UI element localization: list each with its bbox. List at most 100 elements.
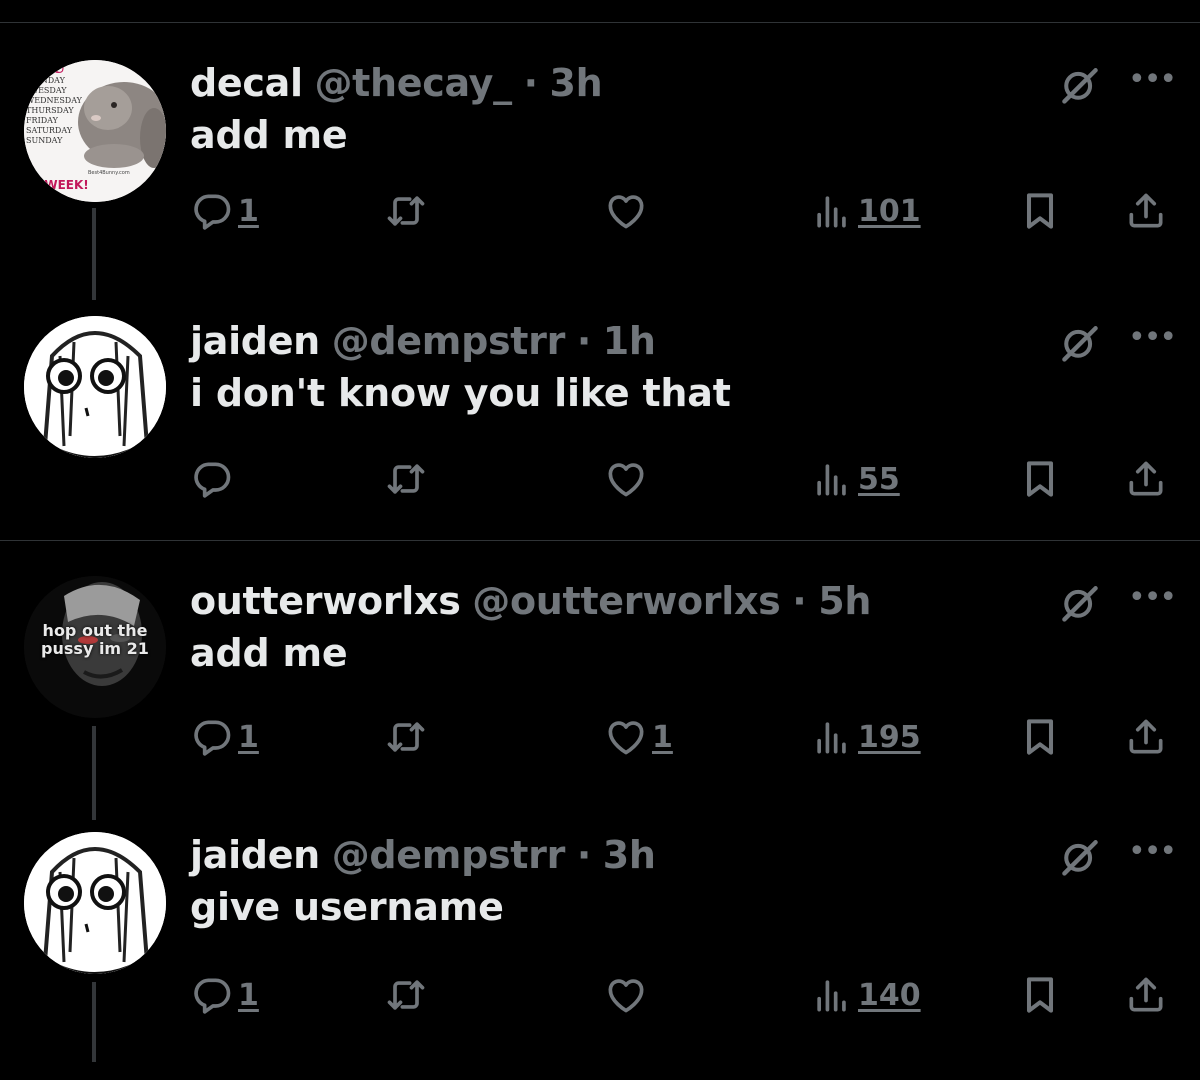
user-handle[interactable]: @thecay_: [314, 61, 512, 105]
timestamp[interactable]: 3h: [603, 833, 656, 877]
tweet-header: jaiden @dempstrr · 3h: [190, 830, 656, 880]
views-icon: [810, 973, 854, 1017]
avatar-caption-line: SUNDAY: [26, 136, 63, 145]
bookmark-icon: [1018, 189, 1062, 233]
share-button[interactable]: [1124, 970, 1168, 1020]
bookmark-button[interactable]: [1018, 970, 1062, 1020]
avatar-cartoon[interactable]: [24, 316, 166, 458]
views-button[interactable]: 195: [810, 712, 921, 762]
retweet-button[interactable]: [384, 970, 428, 1020]
reply-button[interactable]: 1: [190, 186, 259, 236]
avatar-caption-line: THURSDAY: [26, 106, 74, 115]
user-handle[interactable]: @dempstrr: [332, 319, 566, 363]
bookmark-button[interactable]: [1018, 454, 1062, 504]
bookmark-icon: [1018, 973, 1062, 1017]
display-name[interactable]: jaiden: [190, 833, 320, 877]
like-button[interactable]: 1: [604, 712, 673, 762]
timestamp[interactable]: 3h: [550, 61, 603, 105]
reply-icon: [190, 189, 234, 233]
reply-icon: [190, 715, 234, 759]
grok-icon[interactable]: [1058, 834, 1102, 878]
grok-icon[interactable]: [1058, 580, 1102, 624]
tweet-text: i don't know you like that: [190, 371, 731, 415]
avatar-watermark: Best4Bunny.com: [88, 170, 130, 176]
share-icon: [1124, 973, 1168, 1017]
retweet-button[interactable]: [384, 712, 428, 762]
bookmark-button[interactable]: [1018, 186, 1062, 236]
share-button[interactable]: [1124, 712, 1168, 762]
tweet-actions: 55: [0, 454, 1200, 504]
share-icon: [1124, 457, 1168, 501]
retweet-button[interactable]: [384, 454, 428, 504]
bookmark-button[interactable]: [1018, 712, 1062, 762]
display-name[interactable]: decal: [190, 61, 303, 105]
display-name[interactable]: outterworlxs: [190, 579, 461, 623]
share-button[interactable]: [1124, 454, 1168, 504]
separator-dot: ·: [576, 833, 591, 877]
avatar-caption-line: MONDAY: [26, 76, 65, 85]
more-icon[interactable]: •••: [1128, 320, 1177, 364]
avatar-bunny[interactable]: YOU MONDAY TUESDAY WEDNESDAY THURSDAY FR…: [24, 60, 166, 202]
reply-button[interactable]: 1: [190, 712, 259, 762]
views-icon: [810, 457, 854, 501]
timestamp[interactable]: 1h: [603, 319, 656, 363]
top-divider: [0, 22, 1200, 23]
display-name[interactable]: jaiden: [190, 319, 320, 363]
retweet-icon: [384, 457, 428, 501]
like-button[interactable]: [604, 454, 648, 504]
views-count: 195: [858, 719, 921, 755]
tweet-1[interactable]: YOU MONDAY TUESDAY WEDNESDAY THURSDAY FR…: [0, 58, 1200, 308]
separator-dot: ·: [576, 319, 591, 363]
like-button[interactable]: [604, 186, 648, 236]
views-count: 140: [858, 977, 921, 1013]
avatar-caption-line: TUESDAY: [26, 86, 67, 95]
tweet-text: add me: [190, 631, 348, 675]
avatar-cartoon[interactable]: [24, 832, 166, 974]
views-button[interactable]: 101: [810, 186, 921, 236]
tweet-2[interactable]: jaiden @dempstrr · 1h i don't know you l…: [0, 316, 1200, 566]
heart-icon: [604, 715, 648, 759]
like-count: 1: [652, 719, 673, 755]
avatar-meme[interactable]: hop out the pussy im 21: [24, 576, 166, 718]
like-button[interactable]: [604, 970, 648, 1020]
more-icon[interactable]: •••: [1128, 834, 1177, 878]
avatar-caption-line: WEDNESDAY: [26, 96, 82, 105]
timestamp[interactable]: 5h: [818, 579, 871, 623]
more-icon[interactable]: •••: [1128, 62, 1177, 106]
tweet-text: add me: [190, 113, 348, 157]
views-count: 55: [858, 461, 900, 497]
heart-icon: [604, 457, 648, 501]
views-button[interactable]: 140: [810, 970, 921, 1020]
views-button[interactable]: 55: [810, 454, 900, 504]
user-handle[interactable]: @outterworlxs: [472, 579, 781, 623]
reply-button[interactable]: [190, 454, 238, 504]
tweet-header: decal @thecay_ · 3h: [190, 58, 603, 108]
grok-icon[interactable]: [1058, 320, 1102, 364]
retweet-button[interactable]: [384, 186, 428, 236]
tweet-header: jaiden @dempstrr · 1h: [190, 316, 656, 366]
tweet-3[interactable]: hop out the pussy im 21 outterworlxs @ou…: [0, 576, 1200, 826]
reply-icon: [190, 973, 234, 1017]
bookmark-icon: [1018, 457, 1062, 501]
avatar-caption-line: hop out the: [42, 621, 148, 640]
separator-dot: ·: [523, 61, 538, 105]
tweet-actions: 1 1 195: [0, 712, 1200, 762]
cartoon-avatar-image: [24, 316, 166, 458]
tweet-4[interactable]: jaiden @dempstrr · 3h give username ••• …: [0, 830, 1200, 1080]
retweet-icon: [384, 715, 428, 759]
share-button[interactable]: [1124, 186, 1168, 236]
avatar-caption: hop out the pussy im 21: [24, 622, 166, 658]
share-icon: [1124, 189, 1168, 233]
tweet-actions: 1 140: [0, 970, 1200, 1020]
avatar-caption-line: YOU: [26, 60, 66, 77]
avatar-caption-line: SATURDAY: [26, 126, 73, 135]
user-handle[interactable]: @dempstrr: [332, 833, 566, 877]
heart-icon: [604, 189, 648, 233]
reply-button[interactable]: 1: [190, 970, 259, 1020]
tweet-header: outterworlxs @outterworlxs · 5h: [190, 576, 871, 626]
more-icon[interactable]: •••: [1128, 580, 1177, 624]
reply-count: 1: [238, 193, 259, 229]
views-count: 101: [858, 193, 921, 229]
thread-divider: [0, 540, 1200, 541]
grok-icon[interactable]: [1058, 62, 1102, 106]
